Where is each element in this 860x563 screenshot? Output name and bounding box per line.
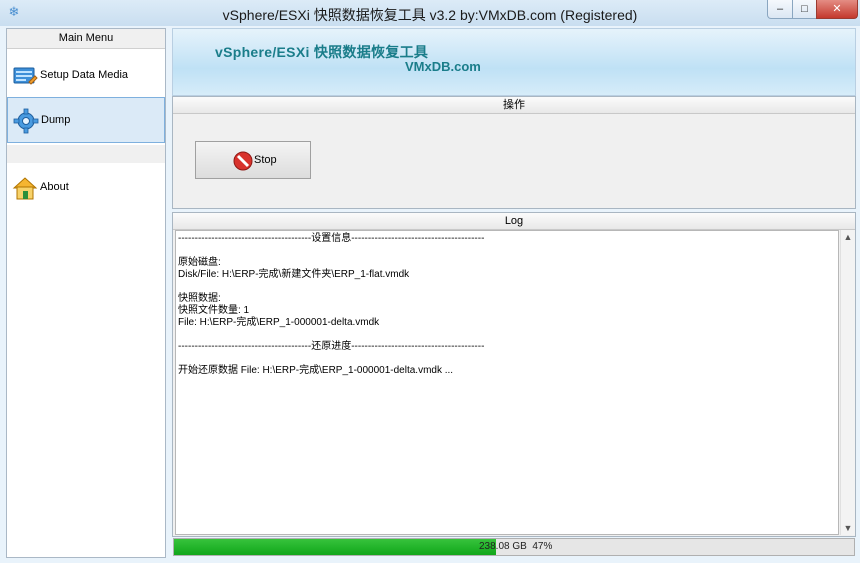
sidebar-item-dump[interactable]: Dump	[7, 97, 165, 143]
stop-button-label: Stop	[254, 154, 277, 166]
home-icon	[12, 177, 38, 200]
window-title: vSphere/ESXi 快照数据恢复工具 v3.2 by:VMxDB.com …	[222, 7, 638, 23]
log-line: 快照数据:	[178, 293, 221, 304]
log-scrollbar[interactable]: ▲ ▼	[840, 230, 855, 535]
log-header: Log	[173, 213, 855, 230]
setup-media-icon	[13, 67, 38, 85]
log-textarea[interactable]: ----------------------------------------…	[175, 230, 839, 535]
log-line: Disk/File: H:\ERP-完成\新建文件夹\ERP_1-flat.vm…	[178, 269, 410, 280]
sidebar-item-about[interactable]: About	[7, 165, 165, 211]
banner-title: vSphere/ESXi 快照数据恢复工具	[215, 44, 429, 60]
log-line: ----------------------------------------…	[178, 341, 485, 352]
log-line: 原始磁盘:	[178, 257, 221, 268]
log-line: ----------------------------------------…	[178, 233, 485, 244]
sidebar-item-label: Setup Data Media	[40, 69, 129, 81]
log-line: 快照文件数量: 1	[178, 305, 250, 316]
title-bar[interactable]: ❄ vSphere/ESXi 快照数据恢复工具 v3.2 by:VMxDB.co…	[0, 0, 860, 26]
log-panel: Log ------------------------------------…	[172, 212, 856, 537]
log-line: 开始还原数据 File: H:\ERP-完成\ERP_1-000001-delt…	[178, 365, 454, 376]
app-window: ❄ vSphere/ESXi 快照数据恢复工具 v3.2 by:VMxDB.co…	[0, 0, 860, 563]
close-button[interactable]: ✕	[816, 0, 858, 19]
scroll-down-arrow-icon[interactable]: ▼	[841, 521, 855, 535]
stop-icon	[233, 151, 253, 171]
operations-header: 操作	[173, 97, 855, 114]
sidebar-separator	[7, 145, 165, 163]
maximize-button[interactable]: □	[792, 0, 817, 19]
main-menu-panel: Main Menu Setup Data Media Dump About	[6, 28, 166, 558]
sidebar-item-setup-data-media[interactable]: Setup Data Media	[7, 53, 165, 99]
banner: vSphere/ESXi 快照数据恢复工具 VMxDB.com	[172, 28, 856, 96]
sidebar-item-label: About	[40, 181, 69, 193]
banner-subtitle: VMxDB.com	[405, 59, 481, 74]
operations-panel: 操作 Stop	[172, 96, 856, 209]
progress-bar: 238.08 GB 47%	[173, 538, 855, 556]
progress-fill	[174, 539, 496, 555]
main-menu-header: Main Menu	[7, 29, 165, 49]
sidebar-item-label: Dump	[41, 114, 71, 126]
stop-button[interactable]: Stop	[195, 141, 311, 179]
minimize-button[interactable]: ‒	[767, 0, 793, 19]
progress-text: 238.08 GB 47%	[479, 541, 553, 552]
scroll-up-arrow-icon[interactable]: ▲	[841, 230, 855, 244]
gear-icon	[13, 108, 39, 134]
log-line: File: H:\ERP-完成\ERP_1-000001-delta.vmdk	[178, 317, 380, 328]
